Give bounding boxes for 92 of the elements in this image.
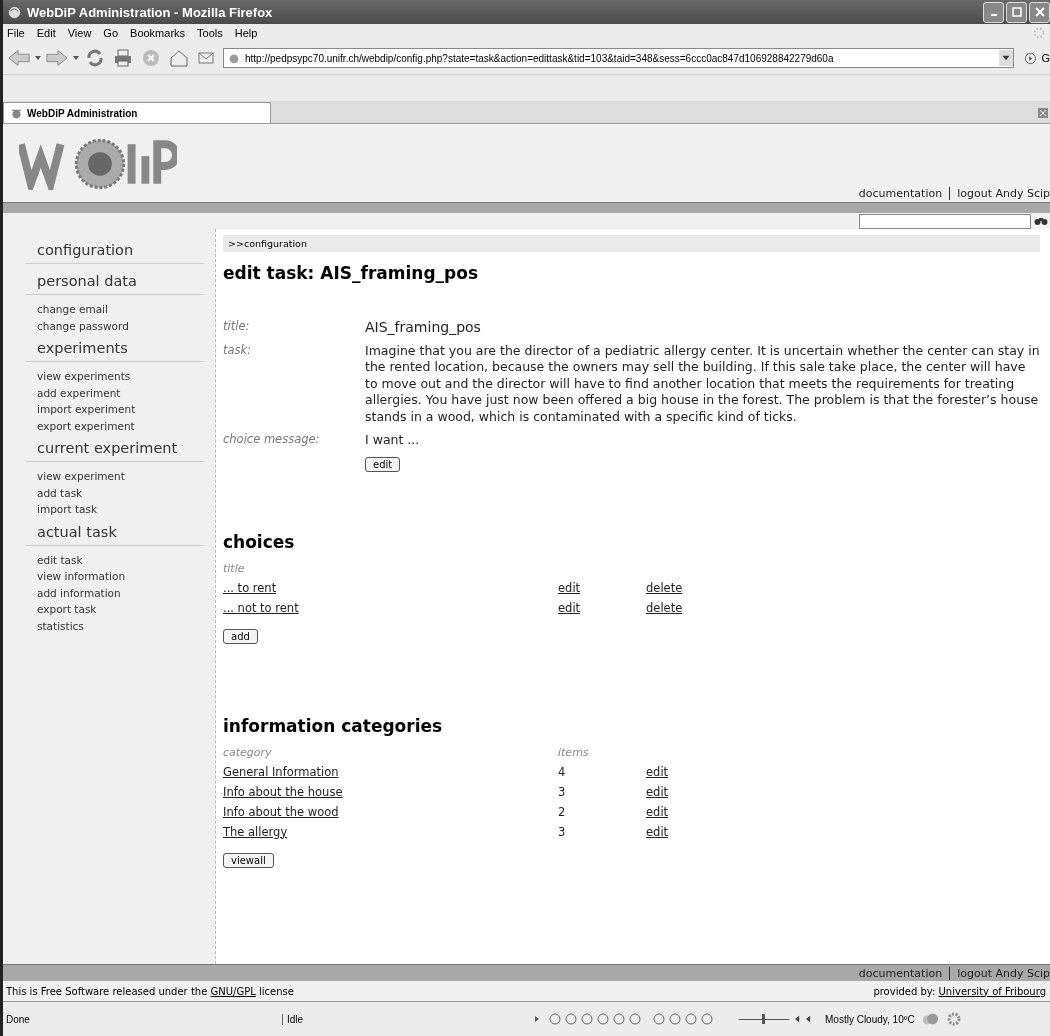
menu-item[interactable]: Tools [197,27,223,39]
sidebar-link[interactable]: change email [37,301,204,318]
edit-link[interactable]: edit [646,804,746,819]
status-text: Idle [282,1013,527,1025]
edit-link[interactable]: edit [646,764,746,779]
menu-item[interactable]: Edit [36,27,56,39]
sidebar-heading: actual task [26,520,204,546]
column-header: title [223,561,246,575]
provided-by-text: provided by: University of Fribourg [873,985,1046,997]
minimize-icon [990,14,997,16]
category-link[interactable]: Info about the house [223,784,558,799]
sidebar-heading: personal data [26,270,204,295]
window-title: WebDiP Administration - Mozilla Firefox [27,4,274,20]
binoculars-icon[interactable] [1034,216,1048,226]
sidebar-link[interactable]: add experiment [37,384,204,401]
menu-item[interactable]: Help [234,27,258,39]
section-heading: information categories [223,715,444,736]
viewall-button[interactable]: viewall [223,852,274,868]
choice-link[interactable]: ... not to rent [223,600,558,615]
go-button[interactable]: G [1041,52,1050,64]
minimize-button[interactable] [983,1,1004,23]
sidebar-link[interactable]: export task [37,601,204,618]
header-link[interactable]: logout Andy Scip [957,187,1050,200]
add-button[interactable]: add [223,628,258,644]
sidebar-link[interactable]: edit task [37,551,204,568]
field-label: title: [223,319,251,335]
sidebar-link[interactable]: add task [37,484,204,501]
dropdown-icon[interactable] [35,55,41,61]
dropdown-icon[interactable] [999,50,1014,66]
go-icon[interactable] [1024,51,1038,65]
edit-link[interactable]: edit [558,600,646,615]
sidebar-link[interactable]: import task [37,501,204,518]
firefox-icon [7,4,22,20]
field-value: I want ... [365,432,421,449]
edit-link[interactable]: edit [558,580,646,595]
sidebar-link[interactable]: view experiments [37,368,204,385]
browser-tab[interactable]: WebDiP Administration [3,102,271,123]
close-tab-icon[interactable] [1038,108,1048,118]
field-label: choice message: [223,432,321,448]
sidebar-link[interactable]: add information [37,584,204,601]
close-button[interactable] [1029,1,1050,23]
field-value: Imagine that you are the director of a pediatric allergy center. It is uncertain whether the center can stay in the rented location, because the owners may sell the building. If this sale take place, the center will have to move out and the director will have to find another location that meets the requirements for treating allergies. You have just now been offered a big house in the forest. The problem is that the forester’s house stands in a wood, which is contaminated with a specific kind of ticks. [365,342,1040,425]
edit-button[interactable]: edit [365,456,401,472]
maximize-icon [1011,7,1022,17]
menu-item[interactable]: Go [103,27,119,39]
delete-link[interactable]: delete [646,580,746,595]
page-title: edit task: AIS_framing_pos [223,263,480,283]
delete-link[interactable]: delete [646,600,746,615]
weather-text: Mostly Cloudy, 10ºC [825,1013,915,1025]
maximize-button[interactable] [1006,1,1027,23]
menu-item[interactable]: View [67,27,92,39]
menu-item[interactable]: Bookmarks [130,27,186,39]
dropdown-icon[interactable] [73,55,79,61]
footer-link[interactable]: logout Andy Scip [957,966,1050,980]
volume-slider[interactable] [739,1013,789,1025]
sidebar-link[interactable]: import experiment [37,401,204,418]
table-cell-text: 3 [558,824,567,839]
menu-item[interactable]: File [7,27,25,39]
header-link[interactable]: documentation [858,187,943,200]
close-icon [1034,7,1045,17]
sidebar-link[interactable]: change password [37,317,204,334]
column-header: category [223,745,273,759]
field-label: task: [223,342,253,359]
university-link[interactable]: University of Fribourg [938,985,1046,997]
license-link[interactable]: GNU/GPL [210,985,256,997]
choice-link[interactable]: ... to rent [223,580,558,595]
field-value: AIS_framing_pos [365,319,482,336]
category-link[interactable]: General Information [223,764,558,779]
table-cell-text: 3 [558,784,567,799]
category-link[interactable]: The allergy [223,824,558,839]
sidebar-link[interactable]: export experiment [37,417,204,434]
license-text: This is Free Software released under the GNU/GPL license [6,985,294,997]
breadcrumb: >>configuration [223,235,1040,252]
column-header: items [558,745,590,759]
throbber-icon [1032,26,1046,40]
category-link[interactable]: Info about the wood [223,804,558,819]
table-cell-text: 4 [558,764,567,779]
edit-link[interactable]: edit [646,784,746,799]
sidebar-link[interactable]: statistics [37,617,204,634]
sidebar-link[interactable]: view information [37,568,204,585]
footer-link[interactable]: documentation [858,966,943,980]
edit-link[interactable]: edit [646,824,746,839]
sidebar-heading: current experiment [26,437,204,462]
sidebar-heading: configuration [26,239,204,264]
section-heading: choices [223,531,296,552]
cloud-icon [920,1011,939,1027]
status-text: Done [6,1013,31,1025]
home-icon[interactable] [167,48,191,68]
sidebar-heading: experiments [26,337,204,362]
table-cell-text: 2 [558,804,567,819]
sidebar-link[interactable]: view experiment [37,468,204,485]
search-field[interactable] [859,213,1031,229]
